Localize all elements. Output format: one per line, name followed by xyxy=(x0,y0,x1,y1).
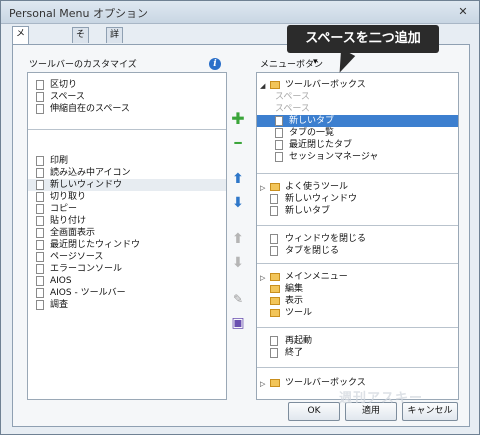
list-item[interactable]: 区切り xyxy=(28,79,226,91)
list-item[interactable]: 伸縮自在のスペース xyxy=(28,103,226,115)
folder-icon xyxy=(270,285,280,293)
toolbar-items-list[interactable]: 区切り スペース 伸縮自在のスペース 印刷 読み込み中アイコン 新しいウィンドウ… xyxy=(27,72,227,400)
folder-icon xyxy=(270,81,280,89)
edit-icon[interactable]: ✎ xyxy=(229,291,247,307)
document-icon xyxy=(36,228,44,238)
document-icon xyxy=(36,300,44,310)
tree-item[interactable]: 最近閉じたタブ xyxy=(257,139,458,151)
document-icon xyxy=(36,252,44,262)
tab-other[interactable]: その他 xyxy=(72,27,90,70)
document-icon xyxy=(275,128,283,138)
document-icon xyxy=(36,104,44,114)
tree-folder[interactable]: 編集 xyxy=(257,283,458,295)
menu-items-tree[interactable]: ◢ ツールバーボックス スペース スペース 新しいタブ タブの一覧 最近閉じたタブ… xyxy=(256,72,459,400)
list-item[interactable]: 貼り付け xyxy=(28,215,226,227)
tree-item[interactable]: 新しいタブ xyxy=(257,205,458,217)
watermark: 週刊アスキー xyxy=(339,391,424,406)
ok-button[interactable]: OK xyxy=(288,402,340,421)
document-icon xyxy=(275,116,283,126)
document-icon xyxy=(36,204,44,214)
annotation-callout: スペースを二つ追加 xyxy=(287,25,439,53)
move-down-button[interactable]: ⬇ xyxy=(229,195,247,211)
document-icon xyxy=(270,348,278,358)
document-icon xyxy=(275,152,283,162)
tree-folder[interactable]: ツール xyxy=(257,307,458,319)
list-item[interactable]: コピー xyxy=(28,203,226,215)
save-icon[interactable]: ▣ xyxy=(229,315,247,331)
folder-icon xyxy=(270,379,280,387)
folder-icon xyxy=(270,309,280,317)
document-icon xyxy=(36,288,44,298)
tree-folder[interactable]: 表示 xyxy=(257,295,458,307)
document-icon xyxy=(270,336,278,346)
separator xyxy=(257,263,458,264)
tree-folder[interactable]: ▷ よく使うツール xyxy=(257,181,458,193)
list-item[interactable]: スペース xyxy=(28,91,226,103)
document-icon xyxy=(36,240,44,250)
list-item[interactable]: 印刷 xyxy=(28,155,226,167)
tree-item[interactable]: タブを閉じる xyxy=(257,245,458,257)
title-bar: Personal Menu オプション ✕ xyxy=(1,1,479,24)
move-up-button[interactable]: ⬆ xyxy=(229,171,247,187)
separator xyxy=(257,327,458,328)
tree-item[interactable]: スペース xyxy=(257,103,458,115)
tree-item[interactable]: 再起動 xyxy=(257,335,458,347)
separator xyxy=(257,225,458,226)
tree-folder[interactable]: ◢ ツールバーボックス xyxy=(257,79,458,91)
list-item[interactable]: 調査 xyxy=(28,299,226,311)
document-icon xyxy=(270,246,278,256)
document-icon xyxy=(270,194,278,204)
tree-item[interactable]: セッションマネージャ xyxy=(257,151,458,163)
list-item[interactable]: 読み込み中アイコン xyxy=(28,167,226,179)
close-icon[interactable]: ✕ xyxy=(455,4,471,19)
document-icon xyxy=(36,264,44,274)
document-icon xyxy=(36,156,44,166)
options-window: Personal Menu オプション ✕ メニュー編集 その他 詳細 ツールバ… xyxy=(0,0,480,435)
document-icon xyxy=(270,234,278,244)
separator xyxy=(257,367,458,368)
document-icon xyxy=(36,192,44,202)
folder-icon xyxy=(270,183,280,191)
info-icon[interactable]: i xyxy=(209,58,221,70)
tree-item[interactable]: ウィンドウを閉じる xyxy=(257,233,458,245)
tree-item[interactable]: スペース xyxy=(257,91,458,103)
list-item[interactable]: AIOS - ツールバー xyxy=(28,287,226,299)
tree-folder[interactable]: ▷ メインメニュー xyxy=(257,271,458,283)
move-up-disabled-button[interactable]: ⬆ xyxy=(229,231,247,247)
add-button[interactable]: ✚ xyxy=(229,111,247,127)
document-icon xyxy=(270,206,278,216)
document-icon xyxy=(36,276,44,286)
separator xyxy=(257,173,458,174)
chevron-down-icon[interactable]: ▾ xyxy=(313,57,318,67)
tree-item[interactable]: 新しいウィンドウ xyxy=(257,193,458,205)
tab-menu-edit[interactable]: メニュー編集 xyxy=(12,26,30,114)
document-icon xyxy=(36,180,44,190)
folder-icon xyxy=(270,297,280,305)
document-icon xyxy=(36,80,44,90)
list-item[interactable]: 切り取り xyxy=(28,191,226,203)
list-item[interactable]: AIOS xyxy=(28,275,226,287)
document-icon xyxy=(36,168,44,178)
tab-panel: ツールバーのカスタマイズ i 区切り スペース 伸縮自在のスペース 印刷 読み込… xyxy=(12,44,470,427)
document-icon xyxy=(36,216,44,226)
document-icon xyxy=(275,140,283,150)
list-item[interactable]: 新しいウィンドウ xyxy=(28,179,226,191)
list-item[interactable]: 最近閉じたウィンドウ xyxy=(28,239,226,251)
list-item[interactable]: エラーコンソール xyxy=(28,263,226,275)
move-down-disabled-button[interactable]: ⬇ xyxy=(229,255,247,271)
separator xyxy=(28,129,226,130)
window-title: Personal Menu オプション xyxy=(9,7,148,20)
tab-details[interactable]: 詳細 xyxy=(106,27,124,55)
list-item[interactable]: 全画面表示 xyxy=(28,227,226,239)
list-item[interactable]: ページソース xyxy=(28,251,226,263)
tree-item-selected[interactable]: 新しいタブ xyxy=(257,115,458,127)
remove-button[interactable]: ━ xyxy=(229,135,247,151)
toolbar-customize-heading: ツールバーのカスタマイズ xyxy=(29,60,137,70)
tree-item[interactable]: タブの一覧 xyxy=(257,127,458,139)
folder-icon xyxy=(270,273,280,281)
tree-item[interactable]: 終了 xyxy=(257,347,458,359)
document-icon xyxy=(36,92,44,102)
